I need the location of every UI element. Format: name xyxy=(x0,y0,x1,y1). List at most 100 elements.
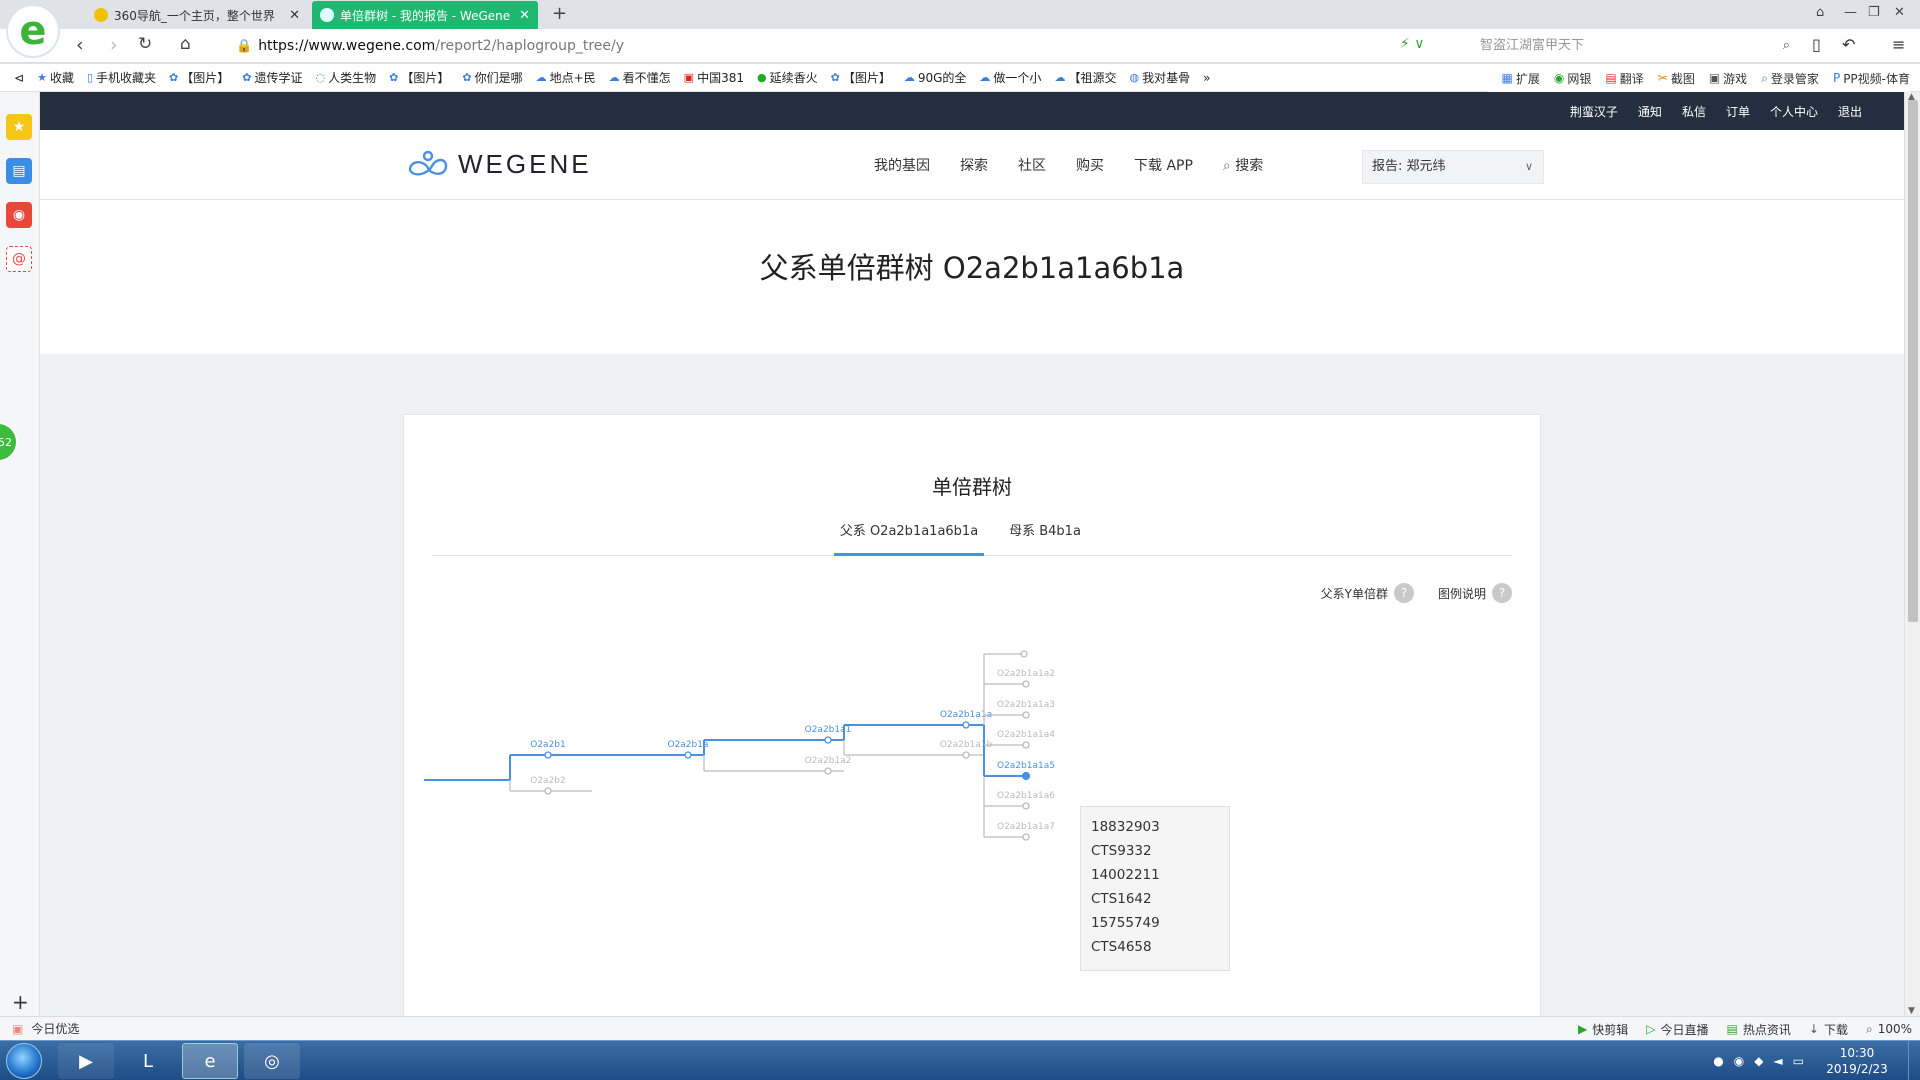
minimize-icon[interactable]: — xyxy=(1844,5,1857,20)
games-button[interactable]: ▣ 游戏 xyxy=(1709,70,1747,87)
tray-shield-icon[interactable]: ◆ xyxy=(1754,1054,1763,1068)
reader-icon[interactable]: ▤ xyxy=(6,158,32,184)
nav-download-app[interactable]: 下载 APP xyxy=(1134,155,1193,175)
legend-help-label[interactable]: 图例说明 xyxy=(1438,585,1486,602)
clock[interactable]: 10:30 2019/2/23 xyxy=(1814,1045,1900,1077)
url-field[interactable]: 🔒 https://www.wegene.com/report2/haplogr… xyxy=(236,35,1396,57)
skin-icon[interactable]: ⌂ xyxy=(1816,5,1824,20)
live-button[interactable]: ▷ 今日直播 xyxy=(1646,1021,1708,1038)
help-icon[interactable]: ? xyxy=(1492,583,1512,603)
bookmark-item[interactable]: ▣ 中国381 xyxy=(684,69,744,86)
quick-clip-button[interactable]: ▶ 快剪辑 xyxy=(1578,1021,1628,1038)
tree-node[interactable] xyxy=(1022,711,1030,719)
logout-link[interactable]: 退出 xyxy=(1838,103,1862,120)
tree-node[interactable] xyxy=(1022,680,1030,688)
tree-node-label[interactable]: O2a2b1a1a7 xyxy=(997,822,1055,832)
start-button[interactable] xyxy=(6,1043,42,1079)
media-player-icon[interactable]: ▶ xyxy=(58,1043,114,1079)
bookmark-item[interactable]: ☁ 【祖源交 xyxy=(1054,69,1116,86)
tray-volume-icon[interactable]: ◄ xyxy=(1773,1054,1782,1068)
search-icon[interactable]: ⌕ xyxy=(1783,35,1790,57)
tree-node[interactable] xyxy=(544,751,552,759)
screenshot-button[interactable]: ✂ 截图 xyxy=(1658,70,1695,87)
nav-buy[interactable]: 购买 xyxy=(1076,155,1104,175)
tree-node[interactable] xyxy=(1020,650,1028,658)
tray-network-icon[interactable]: ▭ xyxy=(1793,1054,1804,1068)
orders-link[interactable]: 订单 xyxy=(1726,103,1750,120)
notifications-link[interactable]: 通知 xyxy=(1638,103,1662,120)
bookmarks-collapse-icon[interactable]: ⊲ xyxy=(14,71,24,85)
messages-link[interactable]: 私信 xyxy=(1682,103,1706,120)
page-scrollbar[interactable]: ▲ ▼ xyxy=(1904,92,1920,1016)
tab-paternal[interactable]: 父系 O2a2b1a1a6b1a xyxy=(834,521,984,556)
nav-search[interactable]: ⌕ 搜索 xyxy=(1223,155,1263,175)
weibo-icon[interactable]: ◉ xyxy=(6,202,32,228)
browser-logo-icon[interactable]: e xyxy=(6,4,60,58)
tree-node[interactable] xyxy=(1022,802,1030,810)
y-haplogroup-help-label[interactable]: 父系Y单倍群 xyxy=(1321,585,1388,602)
tree-node-label[interactable]: O2a2b1a1a5 xyxy=(997,761,1055,771)
bookmark-item[interactable]: ✿ 【图片】 xyxy=(831,69,891,86)
menu-icon[interactable]: ≡ xyxy=(1892,35,1905,54)
tab-maternal[interactable]: 母系 B4b1a xyxy=(1000,521,1090,556)
undo-icon[interactable]: ↶ xyxy=(1842,35,1855,54)
wegene-logo[interactable]: WEGENE xyxy=(406,148,592,180)
bookmark-item[interactable]: ● 延续香火 xyxy=(757,69,818,86)
tab-close-icon[interactable]: ✕ xyxy=(289,8,300,23)
tree-node[interactable] xyxy=(684,751,692,759)
tree-node[interactable] xyxy=(1022,741,1030,749)
new-tab-button[interactable]: + xyxy=(552,3,567,24)
translate-button[interactable]: ▤ 翻译 xyxy=(1605,70,1643,87)
back-icon[interactable]: ‹ xyxy=(76,34,84,56)
download-button[interactable]: ↓ 下载 xyxy=(1809,1021,1848,1038)
tree-node-label[interactable]: O2a2b1 xyxy=(530,740,566,750)
report-selector[interactable]: 报告: 郑元纬 ∨ xyxy=(1362,150,1544,184)
tree-node[interactable] xyxy=(824,767,832,775)
tree-node[interactable] xyxy=(962,751,970,759)
bookmark-item[interactable]: ☁ 90G的全 xyxy=(904,69,967,86)
scroll-down-icon[interactable]: ▼ xyxy=(1908,1006,1915,1016)
browser-tab-wegene[interactable]: 单倍群树 - 我的报告 - WeGene ✕ xyxy=(312,1,538,29)
bookmark-item[interactable]: ✿ 遗传学证 xyxy=(242,69,302,86)
username-link[interactable]: 荆蛮汉子 xyxy=(1570,103,1618,120)
mail-icon[interactable]: @ xyxy=(6,246,32,272)
search-input[interactable]: 智盗江湖富甲天下 ⌕ xyxy=(1468,35,1798,57)
tray-qq-icon[interactable]: ◉ xyxy=(1734,1054,1744,1068)
nav-community[interactable]: 社区 xyxy=(1018,155,1046,175)
tab-close-icon[interactable]: ✕ xyxy=(519,8,530,23)
bookmark-item[interactable]: ◍ 我对基骨 xyxy=(1129,69,1190,86)
speed-mode-icon[interactable]: ⚡ ∨ xyxy=(1400,36,1425,52)
home-icon[interactable]: ⌂ xyxy=(180,34,191,54)
nav-my-genes[interactable]: 我的基因 xyxy=(874,155,930,175)
help-icon[interactable]: ? xyxy=(1393,583,1414,603)
add-sidebar-icon[interactable]: + xyxy=(12,990,29,1014)
nav-explore[interactable]: 探索 xyxy=(960,155,988,175)
tree-node-label[interactable]: O2a2b1a1a6 xyxy=(997,791,1055,801)
tree-node[interactable] xyxy=(962,721,970,729)
scroll-thumb[interactable] xyxy=(1908,100,1918,622)
profile-link[interactable]: 个人中心 xyxy=(1770,103,1818,120)
bookmark-item[interactable]: ☁ 做一个小 xyxy=(979,69,1041,86)
show-desktop-button[interactable] xyxy=(1908,1041,1920,1080)
bookmark-item[interactable]: ▯ 手机收藏夹 xyxy=(87,69,156,86)
tree-node-label[interactable]: O2a2b1a2 xyxy=(805,756,852,766)
tray-360-icon[interactable]: ● xyxy=(1713,1054,1723,1068)
tree-node-label[interactable]: O2a2b1a1a3 xyxy=(997,700,1055,710)
bookmark-page-icon[interactable]: ▯ xyxy=(1812,35,1821,54)
pp-video-button[interactable]: P PP视频-体育 xyxy=(1833,70,1910,87)
today-picks[interactable]: ▣ 今日优选 xyxy=(12,1020,79,1037)
tree-node[interactable] xyxy=(544,787,552,795)
tree-node-label[interactable]: O2a2b1a xyxy=(667,740,708,750)
tree-node-label[interactable]: O2a2b2 xyxy=(530,776,566,786)
bookmark-item[interactable]: ☁ 地点+民 xyxy=(536,69,596,86)
tree-node[interactable] xyxy=(824,736,832,744)
bookmark-item[interactable]: ☁ 看不懂怎 xyxy=(609,69,671,86)
reload-icon[interactable]: ↻ xyxy=(138,34,152,54)
forward-icon[interactable]: › xyxy=(110,34,118,56)
app-taskbar-icon[interactable]: ◎ xyxy=(244,1043,300,1079)
bank-button[interactable]: ◉ 网银 xyxy=(1554,70,1592,87)
game-app-icon[interactable]: L xyxy=(120,1043,176,1079)
bookmarks-more[interactable]: » xyxy=(1203,71,1210,85)
browser-tab-360[interactable]: 360导航_一个主页，整个世界 ✕ xyxy=(86,1,308,29)
side-float-badge[interactable]: 52 xyxy=(0,422,18,462)
